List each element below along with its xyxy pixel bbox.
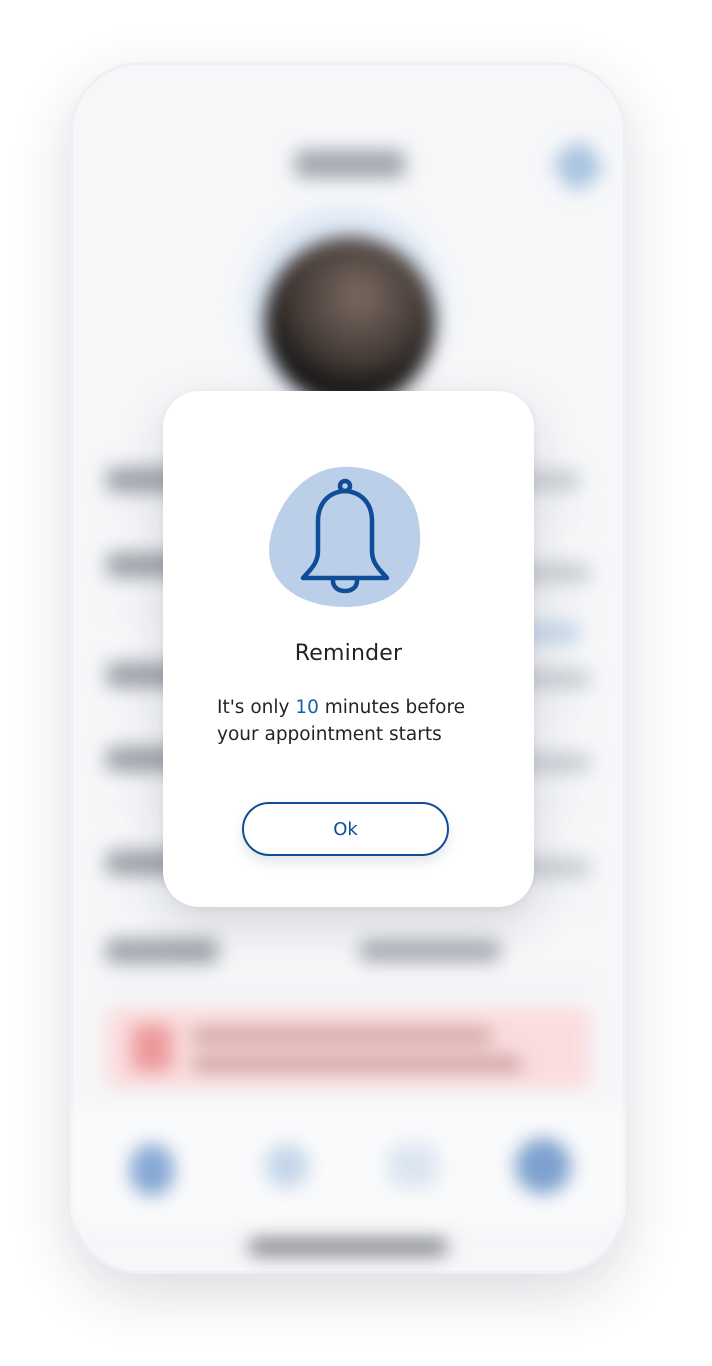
calls-tab-icon	[265, 1144, 309, 1188]
dialog-message: It's only 10 minutes before your appoint…	[217, 694, 497, 748]
reminder-dialog: Reminder It's only 10 minutes before you…	[163, 391, 534, 907]
illustration-blob	[269, 466, 421, 608]
profile-tab-icon	[130, 1144, 174, 1196]
bell-icon	[269, 466, 421, 608]
alert-icon	[132, 1024, 172, 1072]
background-alert-banner	[106, 1007, 590, 1089]
app-stage: Reminder It's only 10 minutes before you…	[0, 0, 712, 1366]
ok-button[interactable]: Ok	[242, 802, 449, 856]
background-field-label	[106, 938, 218, 964]
background-page-title	[295, 150, 405, 178]
background-divider	[106, 987, 590, 989]
background-alert-text	[192, 1056, 522, 1072]
minutes-value: 10	[295, 697, 319, 718]
dialog-title: Reminder	[294, 641, 403, 666]
edit-icon	[550, 138, 606, 194]
home-indicator	[248, 1238, 448, 1256]
message-text-start: It's only	[217, 697, 296, 718]
background-alert-text	[192, 1028, 492, 1044]
settings-tab-icon	[515, 1138, 571, 1194]
avatar	[265, 237, 435, 407]
background-field-value	[360, 940, 500, 962]
chat-tab-icon	[388, 1144, 438, 1188]
